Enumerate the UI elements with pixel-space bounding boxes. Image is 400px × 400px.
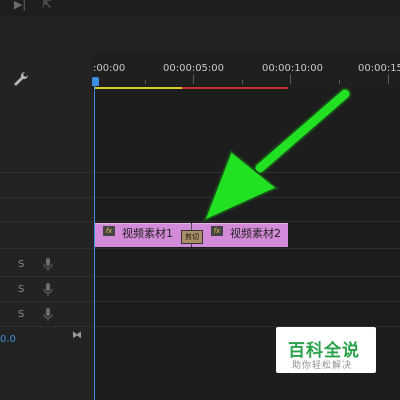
microphone-icon[interactable] (42, 257, 54, 271)
watermark-subtitle: 助你轻松解决 (292, 361, 353, 371)
share-icon[interactable]: ⇱ (40, 0, 54, 10)
wrench-icon[interactable] (12, 70, 30, 88)
solo-button[interactable]: S (18, 259, 24, 270)
timecode-label: 00:00:05:00 (163, 63, 225, 74)
fx-badge: fx (103, 226, 115, 236)
time-ruler[interactable] (92, 52, 400, 90)
track-divider (0, 172, 400, 173)
ruler-tick (145, 80, 146, 84)
track-separator (92, 90, 93, 400)
clip-label: 视频素材1 (122, 227, 173, 240)
solo-button[interactable]: S (18, 284, 24, 295)
bowtie-icon[interactable]: ⧓ (72, 330, 82, 341)
volume-value[interactable]: 0.0 (0, 334, 16, 345)
playhead-handle[interactable] (92, 77, 99, 86)
solo-button[interactable]: S (18, 309, 24, 320)
playhead-line[interactable] (94, 86, 95, 400)
cut-transition-icon[interactable]: 剪切 (181, 230, 203, 244)
work-area-bar-red[interactable] (182, 87, 288, 89)
microphone-icon[interactable] (42, 282, 54, 296)
track-divider (0, 248, 400, 249)
clip-label: 视频素材2 (230, 227, 281, 240)
ruler-tick (193, 74, 194, 84)
timecode-label: 00:00:10:00 (262, 63, 324, 74)
track-divider (0, 197, 400, 198)
top-toolbar (0, 0, 400, 17)
track-divider (0, 301, 400, 302)
ruler-tick (242, 80, 243, 84)
ruler-tick (339, 80, 340, 84)
export-frame-icon[interactable]: ▶| (13, 0, 27, 10)
work-area-bar-yellow[interactable] (95, 87, 182, 89)
timecode-label: 00:00:15 (358, 63, 400, 74)
timecode-label: :00:00 (93, 63, 126, 74)
fx-badge: fx (211, 226, 223, 236)
ruler-tick (290, 74, 291, 84)
track-divider (0, 276, 400, 277)
microphone-icon[interactable] (42, 307, 54, 321)
track-divider (0, 221, 400, 222)
ruler-tick (388, 74, 389, 84)
